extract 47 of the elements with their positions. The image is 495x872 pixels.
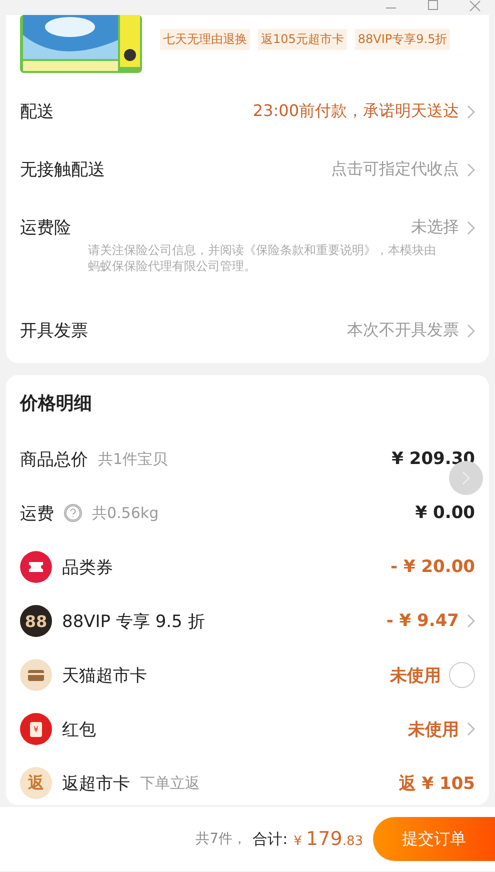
option-label: 配送 (20, 101, 54, 123)
option-value[interactable]: 点击可指定代收点 (331, 159, 459, 180)
price-note: 下单立返 (140, 774, 200, 792)
promo-tag: 七天无理由退换 (160, 29, 250, 50)
option-label: 运费险 (20, 217, 71, 239)
price-label: 商品总价 (20, 448, 88, 470)
price-note: 共0.56kg (92, 504, 159, 522)
price-amount: 返 ¥ 105 (398, 772, 475, 794)
price-amount: ¥ 209.30 (392, 449, 475, 469)
vip-badge: 88 (20, 605, 52, 637)
chevron-icon (467, 324, 475, 338)
chevron-icon (467, 220, 475, 234)
rebate-badge: 返 (20, 767, 52, 799)
price-label: 运费 (20, 502, 54, 524)
ticket-icon (20, 551, 52, 583)
price-amount: - ¥ 20.00 (390, 557, 475, 577)
submit-button[interactable]: 提交订单 (373, 817, 495, 861)
close-icon[interactable] (469, 0, 481, 12)
price-label: 天猫超市卡 (62, 664, 147, 686)
chevron-icon (467, 162, 475, 176)
price-label: 品类券 (62, 556, 113, 578)
option-value[interactable]: 未选择 (411, 217, 459, 238)
option-value[interactable]: 本次不开具发票 (347, 320, 459, 341)
chevron-icon (467, 104, 475, 118)
insurance-note: 请关注保险公司信息，并阅读《保险条款和重要说明》，本模块由蚂蚁保保险代理有限公司管理。 (88, 242, 437, 274)
price-label: 红包 (62, 718, 96, 740)
price-label: 返超市卡 (62, 772, 130, 794)
price-amount: 未使用 (390, 664, 441, 686)
price-label: 88VIP 专享 9.5 折 (62, 610, 205, 632)
promo-tag: 88VIP专享9.5折 (354, 29, 450, 50)
option-label: 无接触配送 (20, 159, 105, 181)
item-count: 共7件， (196, 830, 247, 848)
promo-tag: 返105元超市卡 (258, 29, 347, 50)
option-value[interactable]: 23:00前付款，承诺明天送达 (252, 101, 459, 122)
price-amount: - ¥ 9.47 (386, 611, 459, 631)
total-price: ¥ 179.83 (294, 828, 363, 850)
envelope-icon: ¥ (20, 713, 52, 745)
option-label: 开具发票 (20, 320, 88, 342)
radio-button[interactable] (449, 662, 475, 688)
total-label: 合计: (252, 830, 288, 848)
help-icon[interactable] (64, 504, 82, 522)
maximize-icon[interactable] (427, 0, 439, 12)
card-icon (20, 659, 52, 691)
section-title: 价格明细 (20, 392, 93, 415)
price-amount: ¥ 0.00 (415, 503, 475, 523)
price-amount: 未使用 (408, 718, 459, 740)
price-note: 共1件宝贝 (98, 450, 168, 468)
